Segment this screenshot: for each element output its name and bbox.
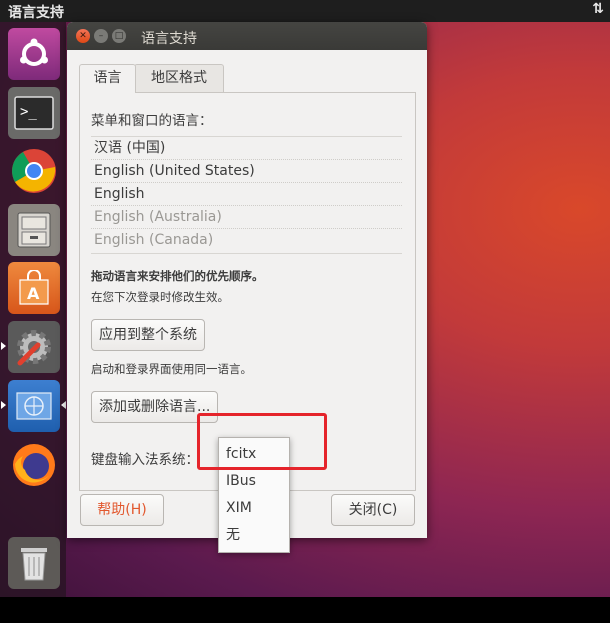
tab-language[interactable]: 语言 <box>79 64 136 93</box>
keyboard-input-label: 键盘输入法系统： <box>91 452 199 468</box>
firefox-icon[interactable] <box>8 439 60 491</box>
software-center-icon[interactable]: A <box>8 262 60 314</box>
active-app-title: 语言支持 <box>8 5 64 21</box>
list-item[interactable]: English (Australia) <box>91 206 402 229</box>
list-item[interactable]: English (Canada) <box>91 229 402 251</box>
list-item[interactable]: English (United States) <box>91 160 402 183</box>
svg-text:>_: >_ <box>20 104 37 120</box>
launcher: >_ A <box>0 22 66 597</box>
list-item[interactable]: 汉语 (中国) <box>91 137 402 160</box>
terminal-icon[interactable]: >_ <box>8 87 60 139</box>
language-support-icon[interactable] <box>8 380 60 432</box>
dropdown-option-ibus[interactable]: IBus <box>219 468 289 495</box>
drag-hint: 在您下次登录时修改生效。 <box>91 290 229 304</box>
menu-language-label: 菜单和窗口的语言： <box>91 113 213 129</box>
bottom-black-bar <box>0 597 610 623</box>
window-title: 语言支持 <box>141 31 197 47</box>
minimize-icon[interactable]: – <box>94 29 108 43</box>
ubuntu-logo-icon[interactable] <box>8 28 60 80</box>
language-list[interactable]: 汉语 (中国) English (United States) English … <box>91 136 402 254</box>
chrome-icon[interactable] <box>8 145 60 197</box>
network-arrows-icon[interactable]: ⇅ <box>592 1 604 17</box>
apply-system-wide-button[interactable]: 应用到整个系统 <box>91 319 205 351</box>
close-icon[interactable]: ✕ <box>76 29 90 43</box>
maximize-icon[interactable]: □ <box>112 29 126 43</box>
highlight-box <box>197 413 327 470</box>
list-item[interactable]: English <box>91 183 402 206</box>
system-settings-icon[interactable] <box>8 321 60 373</box>
tab-regional-formats[interactable]: 地区格式 <box>134 64 224 92</box>
login-hint: 启动和登录界面使用同一语言。 <box>91 362 252 376</box>
file-cabinet-icon[interactable] <box>8 204 60 256</box>
dropdown-option-none[interactable]: 无 <box>219 522 289 549</box>
dropdown-option-xim[interactable]: XIM <box>219 495 289 522</box>
svg-text:A: A <box>27 284 40 303</box>
top-panel: 语言支持 ⇅ <box>0 0 610 22</box>
trash-icon[interactable] <box>8 537 60 589</box>
close-button[interactable]: 关闭(C) <box>331 494 415 526</box>
drag-hint-bold: 拖动语言来安排他们的优先顺序。 <box>91 269 264 283</box>
window-titlebar: ✕ – □ 语言支持 <box>67 22 427 50</box>
help-button[interactable]: 帮助(H) <box>80 494 164 526</box>
